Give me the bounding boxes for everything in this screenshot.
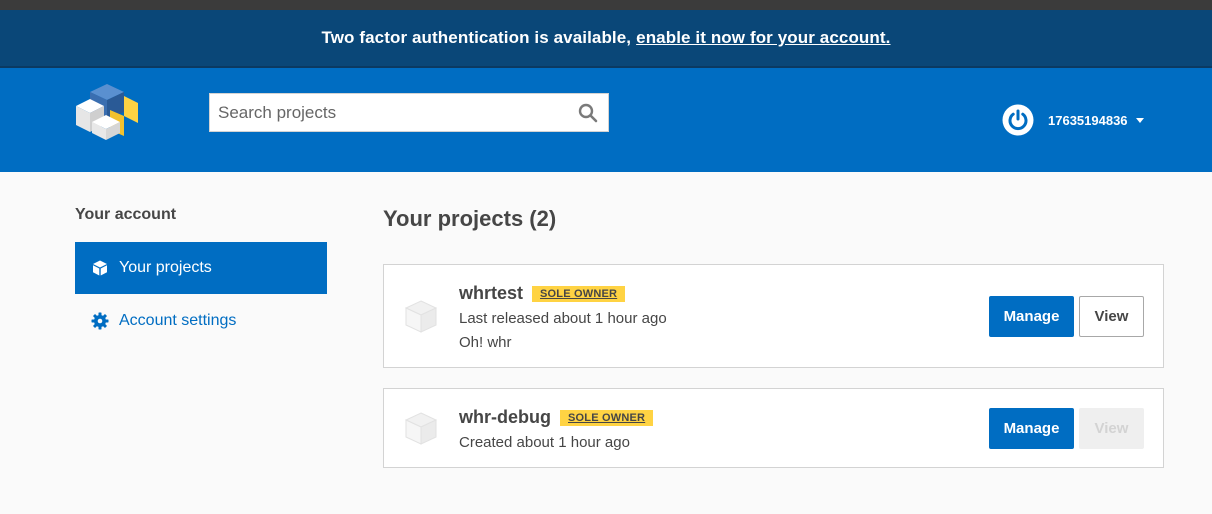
project-release-info: Created about 1 hour ago	[459, 434, 630, 451]
project-name-row: whrtest SOLE OWNER	[459, 283, 626, 304]
browser-top-strip	[0, 0, 1212, 10]
view-button[interactable]: View	[1079, 296, 1144, 337]
project-name: whrtest	[459, 283, 524, 303]
avatar	[1002, 104, 1034, 136]
two-factor-notice-banner: Two factor authentication is available, …	[0, 10, 1212, 66]
project-description: Oh! whr	[459, 334, 512, 351]
package-icon	[404, 412, 438, 445]
view-button-disabled: View	[1079, 408, 1144, 449]
enable-2fa-link[interactable]: enable it now for your account.	[636, 28, 890, 48]
search-input[interactable]	[210, 94, 608, 131]
project-release-info: Last released about 1 hour ago	[459, 310, 667, 327]
user-menu[interactable]: 17635194836	[1002, 104, 1144, 136]
cube-icon	[93, 260, 107, 276]
sidebar-item-label: Account settings	[119, 312, 237, 329]
gear-icon	[91, 312, 109, 330]
search-box	[209, 93, 609, 132]
manage-button[interactable]: Manage	[989, 408, 1074, 449]
notice-text: Two factor authentication is available,	[321, 28, 632, 47]
chevron-down-icon	[1135, 117, 1144, 123]
sidebar-item-your-projects[interactable]: Your projects	[75, 242, 327, 294]
search-icon[interactable]	[578, 103, 598, 123]
page-title: Your projects (2)	[383, 206, 557, 231]
pypi-logo[interactable]	[72, 82, 142, 142]
sidebar-item-label: Your projects	[119, 259, 212, 276]
project-card: whrtest SOLE OWNER Last released about 1…	[383, 264, 1164, 368]
project-card: whr-debug SOLE OWNER Created about 1 hou…	[383, 388, 1164, 468]
project-name: whr-debug	[459, 407, 551, 427]
sole-owner-badge: SOLE OWNER	[532, 285, 626, 302]
manage-button[interactable]: Manage	[989, 296, 1074, 337]
site-header: 17635194836	[0, 68, 1212, 172]
username: 17635194836	[1048, 112, 1128, 128]
sidebar-title: Your account	[75, 206, 177, 223]
sidebar-item-account-settings[interactable]: Account settings	[75, 295, 327, 347]
sole-owner-badge: SOLE OWNER	[560, 409, 654, 426]
package-icon	[404, 300, 438, 333]
project-name-row: whr-debug SOLE OWNER	[459, 407, 654, 428]
